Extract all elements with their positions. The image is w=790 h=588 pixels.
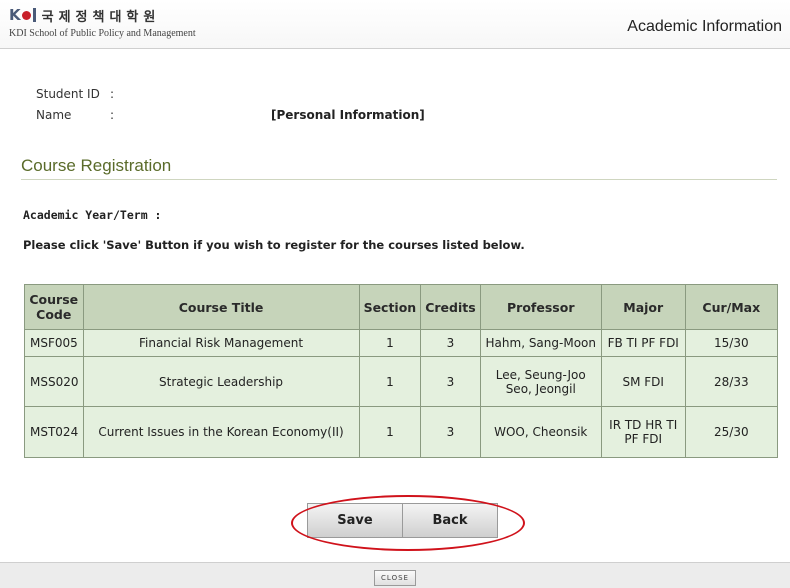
footer-bar: CLOSE <box>0 562 790 588</box>
major-cell: FB TI PF FDI <box>600 329 686 357</box>
student-info: Student ID : Name : <box>36 83 122 125</box>
section-cell: 1 <box>358 356 422 407</box>
logo-korean-text: 국제정책대학원 <box>41 9 161 25</box>
professor-cell: WOO, Cheonsik <box>479 406 602 458</box>
course-code-cell: MSF005 <box>24 329 84 357</box>
logo-english-text: KDI School of Public Policy and Manageme… <box>9 28 196 39</box>
cur-max-cell: 28/33 <box>684 356 779 407</box>
kdi-logo-icon: K <box>9 7 36 23</box>
table-row: MSF005 Financial Risk Management 1 3 Hah… <box>24 329 779 357</box>
cur-max-cell: 25/30 <box>684 406 779 458</box>
header-bar: K 국제정책대학원 KDI School of Public Policy an… <box>0 0 790 49</box>
major-cell: SM FDI <box>600 356 686 407</box>
section-cell: 1 <box>358 329 422 357</box>
name-row: Name : <box>36 104 122 125</box>
header-course-code: Course Code <box>24 284 84 330</box>
personal-information-placeholder: [Personal Information] <box>271 108 425 122</box>
course-code-cell: MST024 <box>24 406 84 458</box>
back-button[interactable]: Back <box>403 503 498 538</box>
header-major: Major <box>600 284 686 330</box>
header-cur-max: Cur/Max <box>684 284 779 330</box>
professor-cell: Lee, Seung-Joo Seo, Jeongil <box>479 356 602 407</box>
table-row: MSS020 Strategic Leadership 1 3 Lee, Seu… <box>24 356 779 407</box>
cur-max-cell: 15/30 <box>684 329 779 357</box>
course-title-cell: Financial Risk Management <box>82 329 360 357</box>
course-code-cell: MSS020 <box>24 356 84 407</box>
save-button[interactable]: Save <box>307 503 403 538</box>
table-row: MST024 Current Issues in the Korean Econ… <box>24 406 779 458</box>
section-title: Course Registration <box>21 156 777 180</box>
major-cell: IR TD HR TI PF FDI <box>600 406 686 458</box>
registration-notice: Please click 'Save' Button if you wish t… <box>23 238 525 252</box>
header-professor: Professor <box>479 284 602 330</box>
kdi-logo[interactable]: K 국제정책대학원 KDI School of Public Policy an… <box>9 6 196 39</box>
course-title-cell: Current Issues in the Korean Economy(II) <box>82 406 360 458</box>
close-button[interactable]: CLOSE <box>374 570 416 586</box>
academic-term-label: Academic Year/Term : <box>23 208 162 222</box>
header-course-title: Course Title <box>82 284 360 330</box>
credits-cell: 3 <box>420 356 481 407</box>
page-title: Academic Information <box>627 18 782 35</box>
credits-cell: 3 <box>420 329 481 357</box>
student-id-row: Student ID : <box>36 83 122 104</box>
action-buttons: Save Back <box>307 503 498 538</box>
header-credits: Credits <box>420 284 481 330</box>
header-section: Section <box>358 284 422 330</box>
course-title-cell: Strategic Leadership <box>82 356 360 407</box>
student-id-colon: : <box>110 86 115 101</box>
section-cell: 1 <box>358 406 422 458</box>
name-label: Name <box>36 107 72 122</box>
professor-cell: Hahm, Sang-Moon <box>479 329 602 357</box>
name-colon: : <box>110 107 115 122</box>
credits-cell: 3 <box>420 406 481 458</box>
student-id-label: Student ID <box>36 86 100 101</box>
course-table: Course Code Course Title Section Credits … <box>24 284 779 458</box>
table-header-row: Course Code Course Title Section Credits … <box>24 284 779 330</box>
